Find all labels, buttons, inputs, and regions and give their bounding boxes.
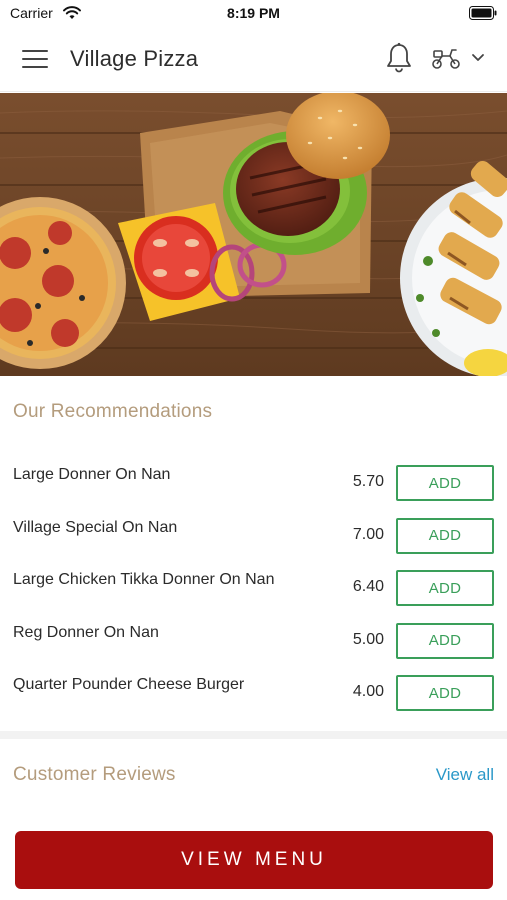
reviews-heading: Customer Reviews	[13, 764, 176, 785]
add-button[interactable]: ADD	[396, 517, 494, 554]
list-item: Village Special On Nan 7.00 ADD	[0, 509, 507, 562]
chevron-down-icon[interactable]	[470, 52, 486, 64]
view-menu-button[interactable]: VIEW MENU	[15, 831, 493, 889]
hero-banner-image	[0, 93, 507, 376]
bell-icon[interactable]	[385, 42, 413, 74]
recommendations-heading: Our Recommendations	[13, 401, 213, 422]
recommendations-list: Large Donner On Nan 5.70 ADD Village Spe…	[0, 456, 507, 719]
add-button[interactable]: ADD	[396, 465, 494, 501]
app-header: Village Pizza	[0, 28, 507, 92]
food-banner	[0, 93, 507, 376]
status-time: 8:19 PM	[227, 5, 280, 21]
add-button[interactable]: ADD	[396, 622, 494, 659]
list-item: Quarter Pounder Cheese Burger 4.00 ADD	[0, 666, 507, 719]
view-all-reviews-link[interactable]: View all	[436, 765, 494, 785]
item-name: Large Donner On Nan	[13, 466, 171, 483]
list-item: Large Chicken Tikka Donner On Nan 6.40 A…	[0, 561, 507, 614]
item-name: Reg Donner On Nan	[13, 623, 159, 641]
item-name: Large Chicken Tikka Donner On Nan	[13, 571, 275, 588]
item-name: Quarter Pounder Cheese Burger	[13, 676, 245, 693]
add-button[interactable]: ADD	[396, 570, 494, 606]
list-item: Large Donner On Nan 5.70 ADD	[0, 456, 507, 509]
status-bar: Carrier 8:19 PM	[0, 0, 507, 28]
item-name: Village Special On Nan	[13, 518, 178, 536]
item-price: 7.00	[352, 525, 384, 543]
scooter-icon[interactable]	[430, 46, 462, 70]
menu-icon[interactable]	[22, 50, 48, 70]
item-price: 5.70	[352, 473, 384, 490]
battery-icon	[469, 6, 497, 20]
restaurant-title: Village Pizza	[70, 46, 199, 71]
item-price: 5.00	[352, 630, 384, 648]
item-price: 4.00	[352, 683, 384, 700]
item-price: 6.40	[352, 578, 384, 595]
section-divider	[0, 731, 507, 739]
list-item: Reg Donner On Nan 5.00 ADD	[0, 614, 507, 667]
add-button[interactable]: ADD	[396, 675, 494, 711]
